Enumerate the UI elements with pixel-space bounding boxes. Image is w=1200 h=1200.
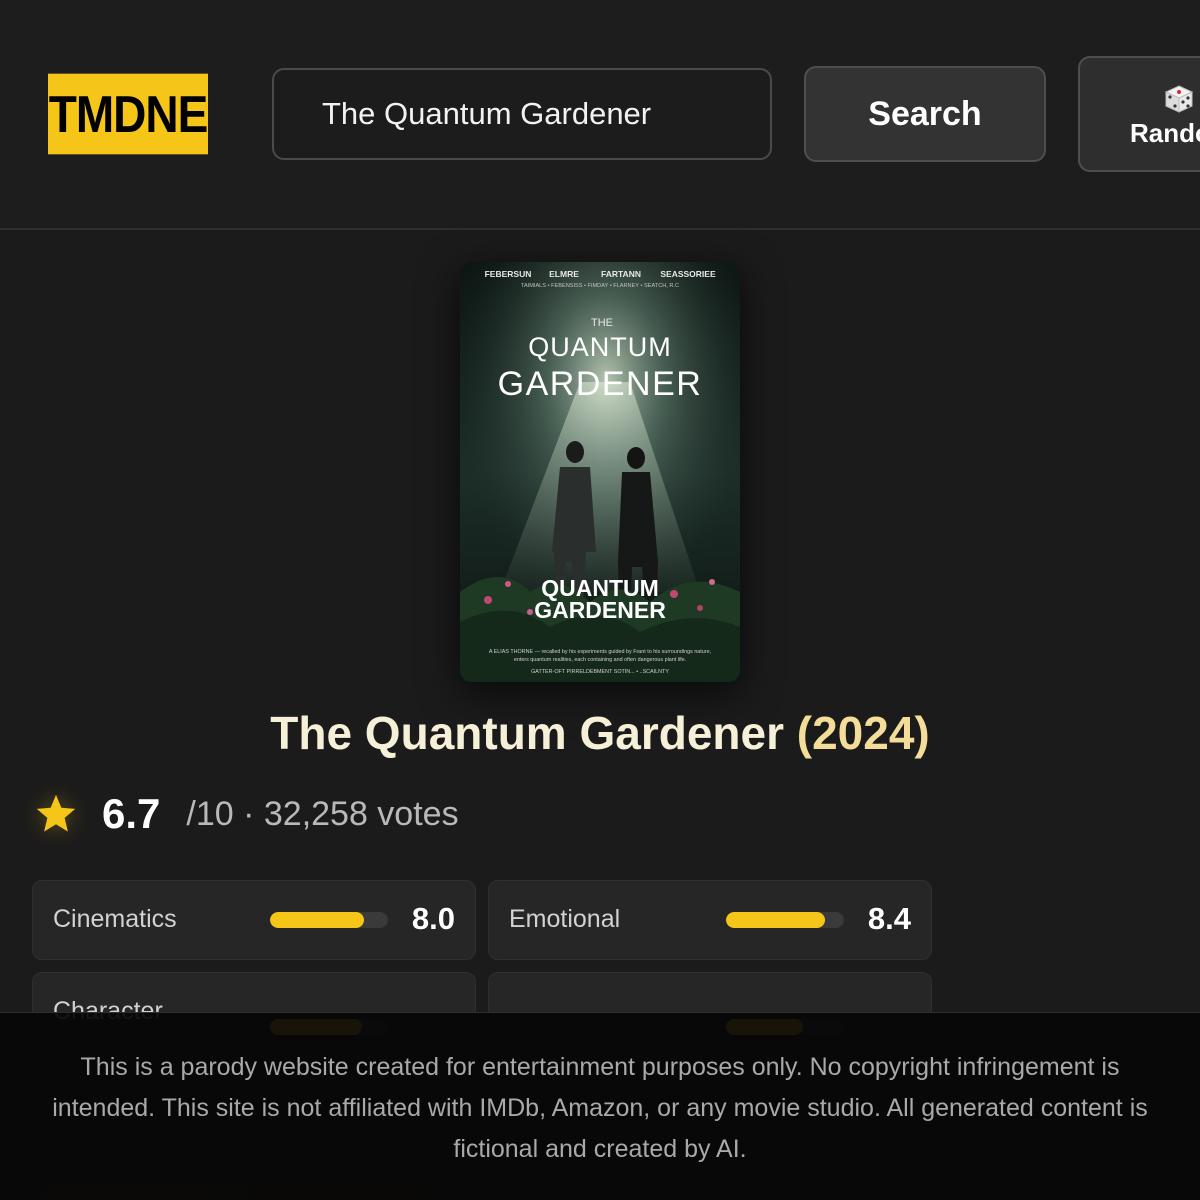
movie-title: The Quantum Gardener (2024) xyxy=(0,706,1200,760)
random-button-label: Rando xyxy=(1130,118,1200,148)
stat-card-emotional: Emotional 8.4 xyxy=(488,880,932,960)
stat-label: Emotional xyxy=(509,905,621,933)
poster-credits-sub: TAIMIALS • FEBENSISS • FIMDAY • FLARNEY … xyxy=(521,283,679,289)
poster-credit: FEBERSUN xyxy=(485,269,532,279)
stat-bar xyxy=(270,912,388,928)
poster-artwork: FEBERSUN ELMRE FARTANN SEASSORIEE TAIMIA… xyxy=(460,262,740,682)
poster-title-line1: QUANTUM xyxy=(528,332,672,362)
rating-score: 6.7 xyxy=(102,790,161,837)
rating-summary: 6.7 /10 · 32,258 votes xyxy=(34,786,459,842)
stat-card-cinematics: Cinematics 8.0 xyxy=(32,880,476,960)
site-header: TMDNE Search Rando xyxy=(0,0,1200,230)
stat-bar xyxy=(726,912,844,928)
poster-tagline: A ELIAS THORNE — recalled by his experim… xyxy=(489,649,712,655)
poster-tagline: enters quantum realities, each containin… xyxy=(514,657,686,663)
movie-year: (2024) xyxy=(796,707,930,759)
stat-bar-fill xyxy=(726,912,826,928)
page: TMDNE Search Rando xyxy=(0,0,1200,1200)
search-input[interactable] xyxy=(272,68,772,160)
rating-votes: /10 · 32,258 votes xyxy=(186,794,459,833)
poster-lower-title-line2: GARDENER xyxy=(534,597,666,623)
poster-footer-credits: GATTER-OFT PIRRELDEBMENT SOTIN... • ..SC… xyxy=(531,669,669,675)
site-logo[interactable]: TMDNE xyxy=(48,73,208,155)
stat-value: 8.4 xyxy=(867,901,911,936)
star-icon xyxy=(36,794,76,832)
poster-title-small: THE xyxy=(591,317,613,329)
poster-credit: ELMRE xyxy=(549,269,579,279)
poster-title-line2: GARDENER xyxy=(498,365,703,403)
disclaimer-text: This is a parody website created for ent… xyxy=(52,1053,1148,1163)
search-button[interactable]: Search xyxy=(804,66,1046,162)
poster-credit: FARTANN xyxy=(601,269,641,279)
stat-bar-fill xyxy=(270,912,365,928)
movie-title-text: The Quantum Gardener xyxy=(270,707,784,759)
poster-credit: SEASSORIEE xyxy=(660,269,716,279)
stat-value: 8.0 xyxy=(411,901,455,936)
dice-icon xyxy=(1164,85,1194,113)
random-button[interactable]: Rando xyxy=(1078,56,1200,172)
stat-label: Cinematics xyxy=(53,905,177,933)
disclaimer-banner: This is a parody website created for ent… xyxy=(0,1012,1200,1200)
movie-poster: FEBERSUN ELMRE FARTANN SEASSORIEE TAIMIA… xyxy=(460,262,740,682)
